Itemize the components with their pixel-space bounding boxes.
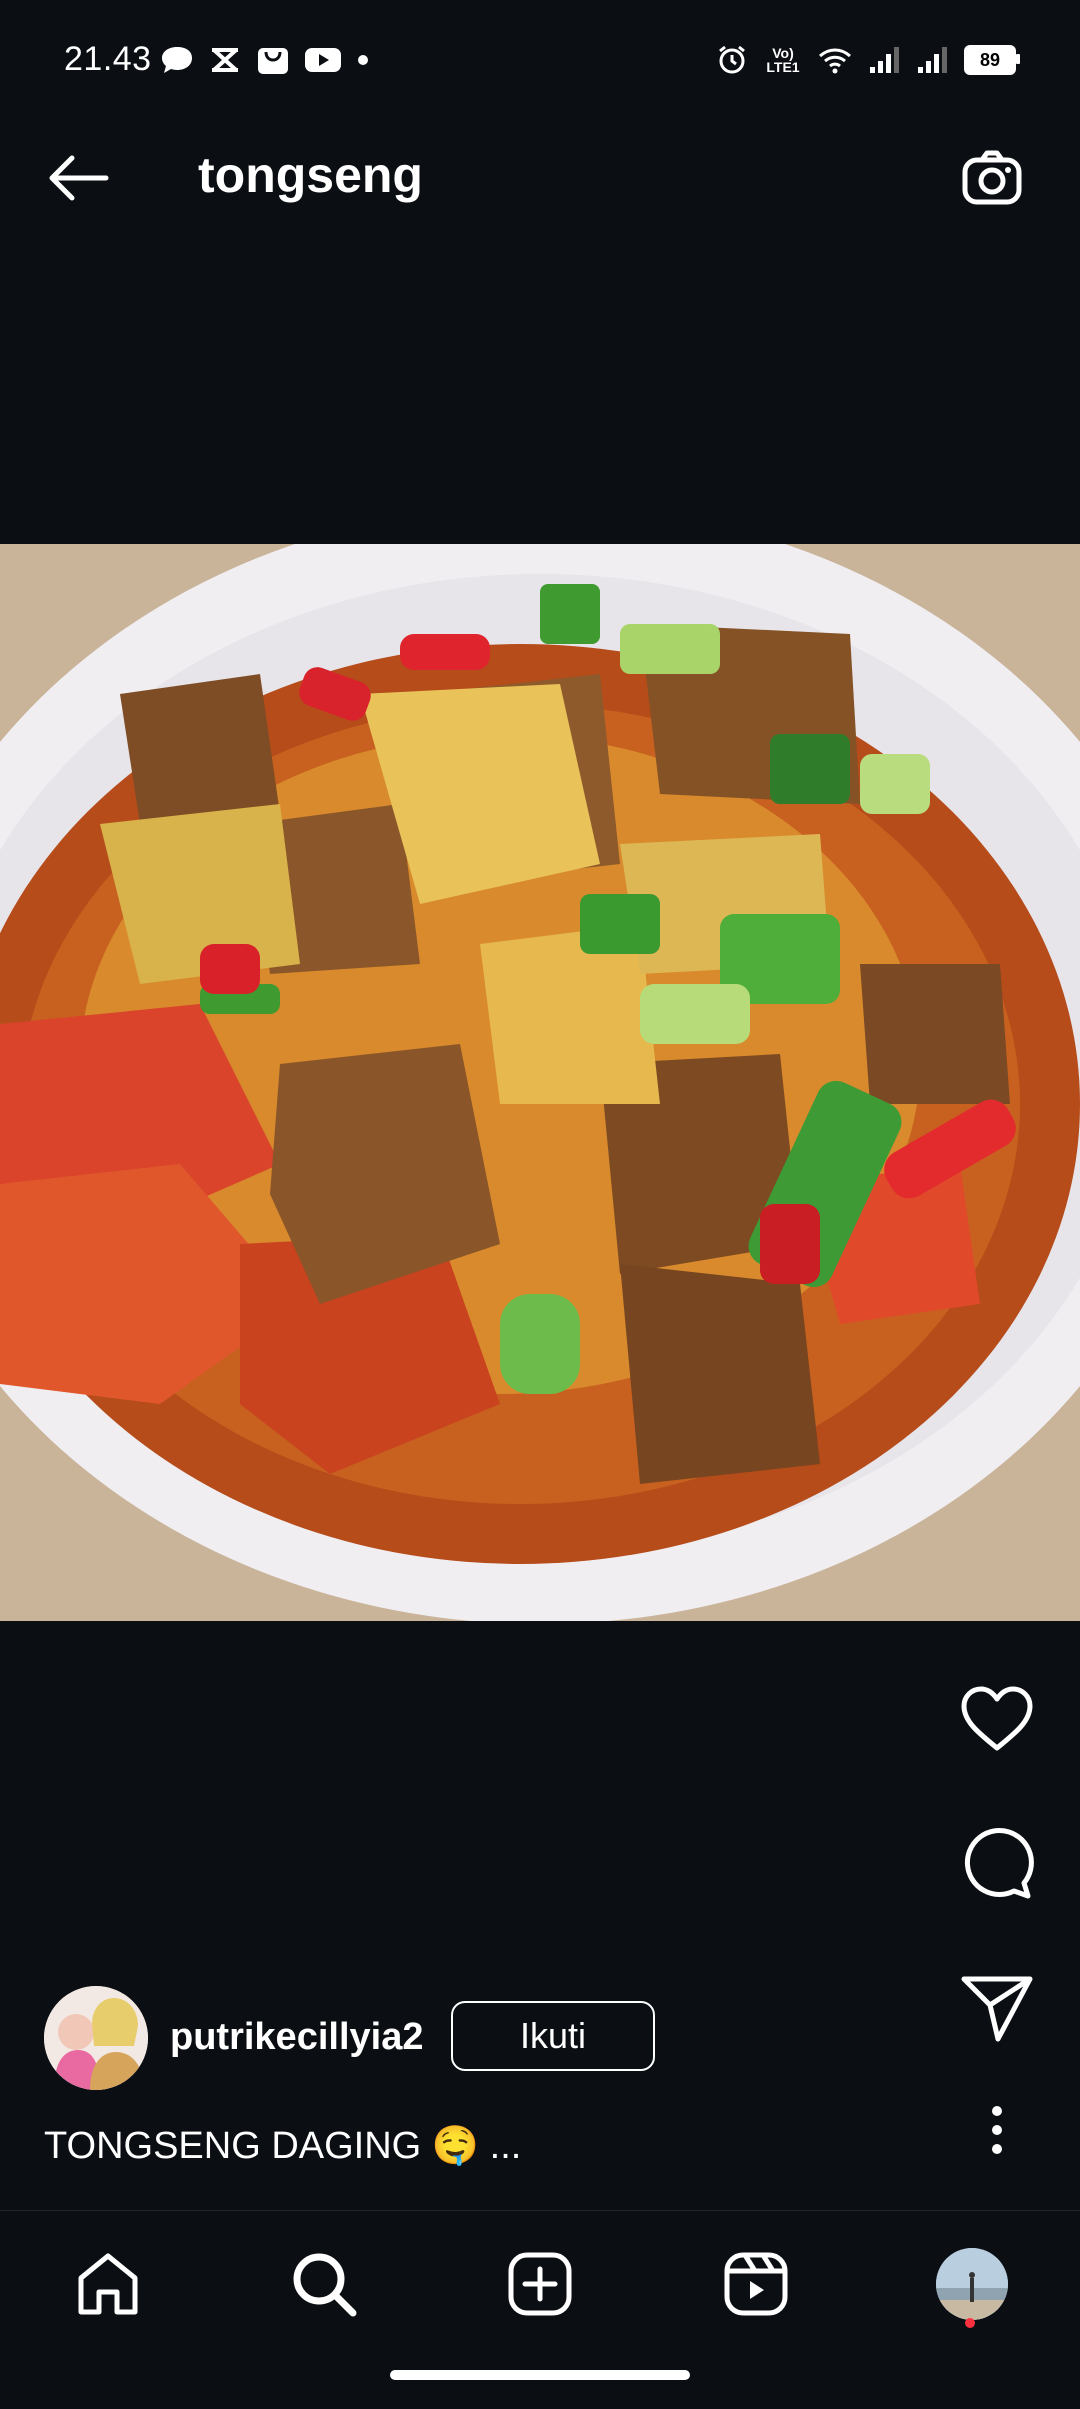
nav-search[interactable] [276,2236,372,2332]
author-avatar[interactable] [44,1986,148,2090]
battery-indicator: 89 [964,45,1020,75]
comment-icon [964,1828,1034,1899]
camera-button[interactable] [954,140,1030,216]
signal-icon [870,47,899,73]
back-arrow-icon [49,155,109,201]
more-notifications-dot-icon [358,55,368,65]
system-icons: Vo) LTE1 89 [716,44,1020,76]
heart-icon [961,1686,1033,1751]
capcut-icon [212,48,238,72]
shopping-bag-icon [258,48,288,74]
page-title: tongseng [198,147,423,203]
status-bar: 21.43 Vo) LTE1 89 [0,0,1080,100]
send-icon [961,1976,1033,2042]
more-options-button[interactable] [975,2100,1019,2160]
like-button[interactable] [955,1677,1039,1761]
post-caption[interactable]: TONGSENG DAGING 🤤 ... [44,2124,521,2168]
profile-photo [936,2248,1008,2320]
volte-label: Vo) LTE1 [766,45,800,75]
reels-icon [724,2252,788,2316]
nav-home[interactable] [60,2236,156,2332]
status-time: 21.43 [64,40,152,78]
alarm-icon [719,45,745,74]
nav-create[interactable] [492,2236,588,2332]
comment-button[interactable] [955,1822,1039,1906]
nav-reels[interactable] [708,2236,804,2332]
back-button[interactable] [40,140,116,216]
avatar-photo [44,1986,148,2090]
profile-notification-dot [965,2318,975,2328]
plus-square-icon [508,2252,572,2316]
chat-bubble-icon [162,47,192,73]
wifi-icon [819,48,851,74]
notification-icons [160,44,370,76]
home-icon [78,2253,138,2315]
home-indicator[interactable] [390,2370,690,2380]
search-icon [293,2253,357,2317]
camera-icon [962,150,1022,205]
share-button[interactable] [955,1966,1039,2050]
follow-button[interactable]: Ikuti [451,2001,655,2071]
signal-icon-2 [918,47,947,73]
food-photo-illustration [0,544,1080,1621]
profile-avatar [936,2248,1008,2320]
author-username[interactable]: putrikecillyia2 [170,2016,423,2059]
post-image[interactable] [0,544,1080,1621]
youtube-icon [305,48,341,72]
more-vertical-icon [992,2106,1002,2154]
